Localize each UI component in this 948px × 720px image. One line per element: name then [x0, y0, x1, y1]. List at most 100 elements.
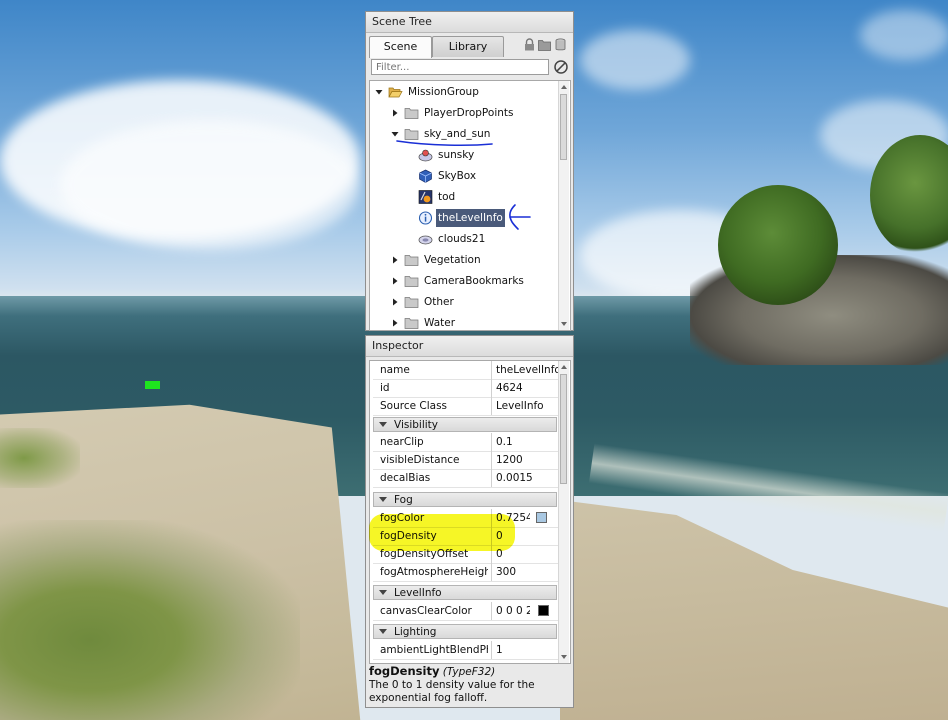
- property-row-fogdensity[interactable]: fogDensity 0: [373, 527, 559, 546]
- inspector-scrollbar[interactable]: [558, 361, 569, 663]
- scene-tree-scrollbar[interactable]: [558, 81, 569, 330]
- property-row-source-class[interactable]: Source Class LevelInfo: [373, 397, 559, 416]
- scene-tree[interactable]: MissionGroup PlayerDropPoints sky_and_su…: [369, 80, 571, 331]
- collapsed-arrow-icon[interactable]: [390, 314, 400, 331]
- scroll-down-icon[interactable]: [560, 320, 568, 328]
- group-label: Fog: [394, 494, 413, 506]
- property-key: ambientLightBlendPh...: [380, 644, 488, 656]
- property-value[interactable]: LevelInfo: [496, 397, 558, 415]
- help-description: The 0 to 1 density value for the exponen…: [369, 679, 535, 704]
- property-key: visibleDistance: [380, 454, 460, 466]
- property-row-fogcolor[interactable]: fogColor 0.7254: [373, 509, 559, 528]
- expanded-arrow-icon: [379, 629, 387, 634]
- tree-item-label: CameraBookmarks: [424, 275, 524, 287]
- tree-item-sky-and-sun[interactable]: sky_and_sun: [390, 125, 555, 143]
- scroll-up-icon[interactable]: [560, 363, 568, 371]
- collapsed-arrow-icon[interactable]: [390, 293, 400, 311]
- tree-item-label: Vegetation: [424, 254, 481, 266]
- expanded-arrow-icon[interactable]: [390, 125, 400, 143]
- property-value[interactable]: 1200: [496, 451, 558, 469]
- cloud: [580, 30, 690, 90]
- folder-icon: [404, 255, 419, 266]
- clear-color-swatch[interactable]: [538, 605, 549, 616]
- property-row-fogdensityoffset[interactable]: fogDensityOffset 0: [373, 545, 559, 564]
- tree-item-missiongroup[interactable]: MissionGroup: [374, 83, 554, 101]
- property-value[interactable]: 0.7254: [496, 509, 530, 527]
- expanded-arrow-icon[interactable]: [374, 83, 384, 101]
- tree-item-label: Other: [424, 296, 454, 308]
- tree-item-label: MissionGroup: [408, 86, 479, 98]
- tree-item-label: SkyBox: [438, 170, 477, 182]
- property-row-canvasclearcolor[interactable]: canvasClearColor 0 0 0 2: [373, 602, 559, 621]
- property-key: fogDensityOffset: [380, 548, 469, 560]
- property-value[interactable]: 0 0 0 2: [496, 602, 530, 620]
- tab-scene[interactable]: Scene: [369, 36, 432, 58]
- property-value[interactable]: 0: [496, 527, 558, 545]
- property-row-nearclip[interactable]: nearClip 0.1: [373, 433, 559, 452]
- clear-filter-icon[interactable]: [553, 59, 569, 75]
- property-row-id[interactable]: id 4624: [373, 379, 559, 398]
- property-value[interactable]: 1: [496, 641, 558, 659]
- group-header-levelinfo[interactable]: LevelInfo: [373, 585, 557, 600]
- expanded-arrow-icon: [379, 497, 387, 502]
- property-key: nearClip: [380, 436, 424, 448]
- tree-item-thelevelinfo[interactable]: theLevelInfo: [418, 209, 558, 227]
- fog-color-swatch[interactable]: [536, 512, 547, 523]
- collapsed-arrow-icon[interactable]: [390, 272, 400, 290]
- open-folder-icon: [388, 87, 403, 98]
- property-value[interactable]: 0.0015: [496, 469, 558, 487]
- tree-item-label: sunsky: [438, 149, 475, 161]
- tree-item-playerdroppoints[interactable]: PlayerDropPoints: [390, 104, 555, 122]
- property-row-name[interactable]: name theLevelInfo: [373, 361, 559, 380]
- scrollbar-thumb[interactable]: [560, 374, 567, 484]
- tree-item-label: theLevelInfo: [436, 209, 505, 227]
- property-key: name: [380, 364, 410, 376]
- property-row-decalbias[interactable]: decalBias 0.0015: [373, 469, 559, 488]
- property-key: fogColor: [380, 512, 425, 524]
- property-key: canvasClearColor: [380, 605, 472, 617]
- help-field-name: fogDensity: [369, 664, 440, 678]
- tree-item-label: PlayerDropPoints: [424, 107, 514, 119]
- inspector-panel: Inspector name theLevelInfo id 4624 Sour…: [365, 335, 574, 708]
- property-value[interactable]: theLevelInfo: [496, 361, 558, 379]
- lock-icon[interactable]: [523, 38, 536, 51]
- help-field-type: (TypeF32): [442, 666, 496, 678]
- group-header-visibility[interactable]: Visibility: [373, 417, 557, 432]
- property-row-fogatmosphereheight[interactable]: fogAtmosphereHeight 300: [373, 563, 559, 582]
- cloud-layer-icon: [418, 235, 433, 245]
- tree-item-vegetation[interactable]: Vegetation: [390, 251, 555, 269]
- folder-icon[interactable]: [538, 38, 551, 51]
- property-row-visibledistance[interactable]: visibleDistance 1200: [373, 451, 559, 470]
- scroll-up-icon[interactable]: [560, 83, 568, 91]
- property-value[interactable]: 0: [496, 545, 558, 563]
- group-header-fog[interactable]: Fog: [373, 492, 557, 507]
- tree-item-tod[interactable]: tod: [418, 188, 558, 206]
- property-value[interactable]: 300: [496, 563, 558, 581]
- tree-item-other[interactable]: Other: [390, 293, 555, 311]
- inspector-property-grid[interactable]: name theLevelInfo id 4624 Source Class L…: [369, 360, 571, 664]
- tree-item-sunsky[interactable]: sunsky: [418, 146, 558, 164]
- group-header-lighting[interactable]: Lighting: [373, 624, 557, 639]
- tab-library[interactable]: Library: [432, 36, 504, 57]
- trash-icon[interactable]: [554, 38, 567, 51]
- scene-tree-title: Scene Tree: [366, 12, 573, 33]
- collapsed-arrow-icon[interactable]: [390, 104, 400, 122]
- property-key: fogAtmosphereHeight: [380, 566, 488, 578]
- tree: [718, 185, 838, 305]
- scrollbar-thumb[interactable]: [560, 94, 567, 160]
- scroll-down-icon[interactable]: [560, 653, 568, 661]
- folder-icon: [404, 108, 419, 119]
- property-value[interactable]: 0.1: [496, 433, 558, 451]
- collapsed-arrow-icon[interactable]: [390, 251, 400, 269]
- tree-item-skybox[interactable]: SkyBox: [418, 167, 558, 185]
- property-row-ambientlightblendphase[interactable]: ambientLightBlendPh... 1: [373, 641, 559, 660]
- tree-item-clouds21[interactable]: clouds21: [418, 230, 558, 248]
- tree-item-water[interactable]: Water: [390, 314, 555, 331]
- filter-input[interactable]: [371, 59, 549, 75]
- property-key: fogDensity: [380, 530, 437, 542]
- tree-item-label: tod: [438, 191, 456, 203]
- skybox-cube-icon: [419, 169, 432, 183]
- tree-item-camerabookmarks[interactable]: CameraBookmarks: [390, 272, 555, 290]
- info-icon: [418, 211, 433, 225]
- property-value[interactable]: 4624: [496, 379, 558, 397]
